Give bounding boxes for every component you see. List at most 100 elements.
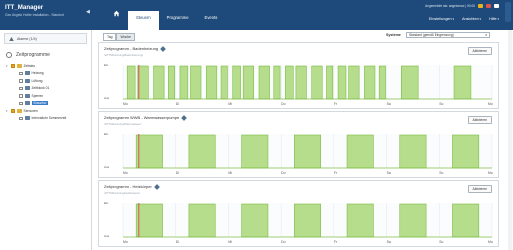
tree-item-label: Lüftung (31, 78, 43, 83)
tree-item-label: Brauchw (31, 101, 49, 106)
tree-checkbox[interactable] (11, 64, 15, 68)
brand: ITT_Manager Geo Angelo Holler Installati… (5, 4, 64, 17)
on-interval-bar (220, 65, 228, 100)
tree-item[interactable]: Brauchw (6, 100, 91, 108)
logout-icon[interactable] (494, 4, 499, 8)
x-tick-label: Mo (488, 240, 493, 244)
tree-item[interactable]: Sperren (6, 92, 91, 100)
alarm-box[interactable]: Alarme (1/4) (4, 33, 87, 44)
expand-icon[interactable]: ▾ (6, 64, 9, 68)
on-interval-bar (364, 65, 376, 100)
tree-item[interactable]: Heizung (6, 70, 91, 78)
x-tick-label: Mo (123, 240, 128, 244)
x-tick-label: Fr (334, 102, 338, 106)
x-tick-label: Di (176, 171, 179, 175)
tree-checkbox[interactable] (19, 71, 23, 75)
top-menus: Einstellungen Ansichten Hilfe (429, 17, 499, 21)
on-interval-bar (401, 65, 419, 100)
schedule-panel: Mo Di Mi Do Fr Sa So Mo Zeitprogramm - Badenheiz… (98, 42, 499, 109)
schedule-icon (24, 101, 30, 106)
tree-item-label: Zeitsteu (23, 63, 36, 68)
schedule-panel: Mo Di Mi Do Fr Sa So Mo Zeitprogramm WWB - Warmw… (98, 111, 499, 178)
pencil-icon[interactable] (181, 114, 188, 121)
x-tick-label: Mo (123, 102, 128, 106)
on-interval-bar (452, 134, 480, 169)
x-tick-label: Mo (488, 171, 493, 175)
x-tick-label: Di (176, 240, 179, 244)
x-tick-label: Mo (488, 102, 493, 106)
tree-checkbox[interactable] (19, 86, 23, 90)
on-interval-bar (241, 203, 269, 238)
activate-button[interactable]: Aktivieren (467, 116, 492, 124)
main-tabs: Steuern Programme Events (128, 11, 225, 30)
menu-einstellungen[interactable]: Einstellungen (429, 17, 454, 21)
menu-hilfe[interactable]: Hilfe (489, 17, 499, 21)
warning-icon[interactable] (478, 4, 483, 8)
pencil-icon[interactable] (160, 45, 166, 52)
x-tick-label: Fr (334, 171, 338, 175)
sidebar: Alarme (1/4) Zeitprogramme ▾ Zeitsteu Heiz… (0, 30, 92, 250)
on-interval-bar (294, 203, 321, 238)
on-interval-bar (137, 65, 149, 100)
on-interval-bar (295, 65, 307, 100)
on-interval-bar (241, 134, 269, 169)
on-interval-bar (452, 203, 480, 238)
warning-icon (9, 36, 14, 41)
sidebar-title: Zeitprogramme (6, 52, 85, 58)
schedule-icon (24, 78, 30, 83)
system-select[interactable]: Standard (gemäß Eingrenzung) (406, 32, 490, 38)
tree-item[interactable]: ▾ Sensoren (6, 107, 91, 115)
tab-programme[interactable]: Programme (159, 11, 197, 30)
schedule-chart: Mo Di Mi Do Fr Sa So Mo (122, 65, 493, 106)
view-week-button[interactable]: Woche (116, 33, 135, 41)
on-interval-bar (188, 203, 216, 238)
on-interval-bar (258, 65, 270, 100)
schedule-icon (24, 116, 30, 121)
tree-checkbox[interactable] (11, 109, 15, 113)
panel-path: /HTTM/Heizung/Heizkoerper/ (104, 191, 141, 195)
panel-title: Zeitprogramm - Badenheizung (104, 46, 159, 51)
activate-button[interactable]: Aktivieren (467, 185, 492, 193)
top-bar: ITT_Manager Geo Angelo Holler Installati… (0, 0, 513, 30)
tree-checkbox[interactable] (19, 116, 23, 120)
on-interval-bar (399, 134, 427, 169)
view-toggle: Tag Woche (103, 33, 135, 41)
on-interval-bar (337, 65, 347, 100)
menu-ansichten[interactable]: Ansichten (462, 17, 481, 21)
collapse-sidebar-icon[interactable]: ◀ (86, 9, 90, 15)
on-interval-bar (346, 203, 374, 238)
on-interval-bar (153, 65, 165, 100)
on-interval-bar (346, 134, 374, 169)
tree-checkbox[interactable] (19, 101, 23, 105)
on-interval-bar (232, 65, 241, 100)
schedule-icon (24, 93, 30, 98)
tree-item[interactable]: Zeitblock 01 (6, 85, 91, 93)
x-tick-label: Do (281, 240, 285, 244)
user-line: Angemeldet als: angelomax | 00:00 (425, 4, 475, 8)
clock-icon (6, 52, 12, 58)
program-tree: ▾ Zeitsteu Heizung Lüftung Zeitblock 01 Sperr… (0, 62, 91, 122)
pencil-icon[interactable] (153, 183, 160, 190)
x-tick-label: Mo (123, 171, 128, 175)
tree-checkbox[interactable] (19, 94, 23, 98)
tree-item[interactable]: Lüftung (6, 77, 91, 85)
on-interval-bar (126, 65, 136, 100)
alarm-icon[interactable] (486, 4, 491, 8)
home-icon[interactable] (113, 10, 120, 17)
panel-header: Zeitprogramm WWB - Warmwasserpumpe (104, 114, 188, 121)
page-scrollbar[interactable] (508, 30, 512, 250)
activate-button[interactable]: Aktivieren (467, 47, 492, 55)
tab-steuern[interactable]: Steuern (128, 11, 159, 30)
scrollbar[interactable] (505, 2, 511, 22)
expand-icon[interactable]: ▾ (6, 109, 9, 113)
tree-checkbox[interactable] (19, 79, 23, 83)
tree-item[interactable]: Intervalluhr Sommerzeit (6, 115, 91, 123)
on-interval-bar (285, 65, 294, 100)
on-interval-bar (188, 134, 216, 169)
view-day-button[interactable]: Tag (103, 33, 117, 41)
schedule-icon (24, 86, 30, 91)
panel-path: /HTTM/Heizung/Badenheizung/ (104, 53, 144, 57)
on-interval-bar (135, 134, 163, 169)
tab-events[interactable]: Events (197, 11, 226, 30)
tree-item[interactable]: ▾ Zeitsteu (6, 62, 91, 70)
